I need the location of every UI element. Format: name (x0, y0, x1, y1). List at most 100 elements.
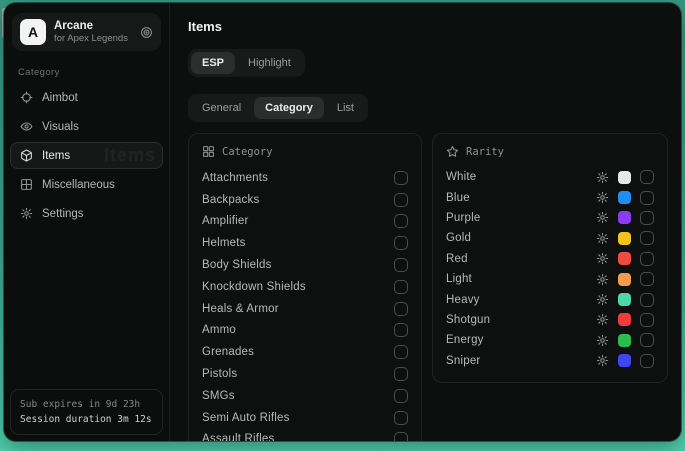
checkbox-white[interactable] (640, 170, 654, 184)
rarity-row-controls (596, 191, 654, 205)
rarity-row-shotgun[interactable]: Shotgun (446, 310, 654, 330)
sidebar-item-aimbot[interactable]: Aimbot (10, 84, 163, 111)
rarity-row-gold[interactable]: Gold (446, 228, 654, 248)
category-row-pistols[interactable]: Pistols (202, 363, 408, 385)
checkbox-backpacks[interactable] (394, 193, 408, 207)
category-row-assault-rifles[interactable]: Assault Rifles (202, 429, 408, 441)
category-row-label: Grenades (202, 346, 254, 358)
category-row-heals-armor[interactable]: Heals & Armor (202, 298, 408, 320)
checkbox-smgs[interactable] (394, 389, 408, 403)
sidebar-item-items[interactable]: ItemsItems (10, 142, 163, 169)
color-swatch-sniper[interactable] (618, 354, 631, 367)
rarity-row-sniper[interactable]: Sniper (446, 351, 654, 371)
category-row-body-shields[interactable]: Body Shields (202, 254, 408, 276)
category-row-label: Helmets (202, 237, 246, 249)
rarity-list: WhiteBluePurple Gold Red LightHeavyShotgunE… (446, 167, 654, 371)
rarity-row-energy[interactable]: Energy (446, 330, 654, 350)
category-row-helmets[interactable]: Helmets (202, 232, 408, 254)
color-settings-button[interactable] (596, 211, 609, 224)
session-duration-text: Session duration 3m 12s (20, 412, 153, 427)
color-swatch-gold[interactable] (618, 232, 631, 245)
tab-category-button[interactable]: Category (254, 97, 324, 119)
checkbox-purple[interactable] (640, 211, 654, 225)
color-swatch-white[interactable] (618, 171, 631, 184)
gear-icon (596, 171, 609, 184)
rarity-row-controls (596, 272, 654, 286)
checkbox-ammo[interactable] (394, 323, 408, 337)
color-settings-button[interactable] (596, 252, 609, 265)
app-header-card[interactable]: A Arcane for Apex Legends (12, 13, 161, 51)
tab-list-button[interactable]: List (326, 97, 365, 119)
checkbox-body-shields[interactable] (394, 258, 408, 272)
rarity-row-label: Gold (446, 232, 596, 244)
category-row-smgs[interactable]: SMGs (202, 385, 408, 407)
sidebar-section-label: Category (18, 67, 169, 78)
rarity-row-light[interactable]: Light (446, 269, 654, 289)
checkbox-helmets[interactable] (394, 236, 408, 250)
gear-icon (20, 207, 33, 220)
checkbox-red[interactable] (640, 252, 654, 266)
gear-icon (596, 252, 609, 265)
category-row-grenades[interactable]: Grenades (202, 341, 408, 363)
color-settings-button[interactable] (596, 334, 609, 347)
color-swatch-heavy[interactable] (618, 293, 631, 306)
color-settings-button[interactable] (596, 171, 609, 184)
rarity-row-controls (596, 252, 654, 266)
category-row-amplifier[interactable]: Amplifier (202, 211, 408, 233)
category-row-label: Semi Auto Rifles (202, 412, 290, 424)
category-list: AttachmentsBackpacksAmplifier Helmets Body… (202, 167, 408, 441)
target-icon[interactable] (140, 26, 153, 39)
checkbox-pistols[interactable] (394, 367, 408, 381)
mode-esp-button[interactable]: ESP (191, 52, 235, 74)
rarity-row-label: Red (446, 253, 596, 265)
color-settings-button[interactable] (596, 293, 609, 306)
color-swatch-red[interactable] (618, 252, 631, 265)
category-row-ammo[interactable]: Ammo (202, 320, 408, 342)
checkbox-semi-auto-rifles[interactable] (394, 411, 408, 425)
sidebar-item-label: Items (42, 150, 70, 162)
rarity-row-controls (596, 333, 654, 347)
color-swatch-shotgun[interactable] (618, 313, 631, 326)
category-row-semi-auto-rifles[interactable]: Semi Auto Rifles (202, 407, 408, 429)
category-row-backpacks[interactable]: Backpacks (202, 189, 408, 211)
sidebar-item-visuals[interactable]: Visuals (10, 113, 163, 140)
checkbox-gold[interactable] (640, 231, 654, 245)
checkbox-knockdown-shields[interactable] (394, 280, 408, 294)
color-settings-button[interactable] (596, 313, 609, 326)
category-row-label: SMGs (202, 390, 235, 402)
color-settings-button[interactable] (596, 273, 609, 286)
category-row-label: Knockdown Shields (202, 281, 306, 293)
checkbox-grenades[interactable] (394, 345, 408, 359)
checkbox-heavy[interactable] (640, 293, 654, 307)
color-settings-button[interactable] (596, 191, 609, 204)
color-swatch-purple[interactable] (618, 211, 631, 224)
sidebar-item-settings[interactable]: Settings (10, 200, 163, 227)
rarity-row-heavy[interactable]: Heavy (446, 289, 654, 309)
checkbox-assault-rifles[interactable] (394, 432, 408, 441)
eye-icon (20, 120, 33, 133)
rarity-row-blue[interactable]: Blue (446, 187, 654, 207)
rarity-panel-title: Rarity (466, 146, 504, 158)
category-row-attachments[interactable]: Attachments (202, 167, 408, 189)
rarity-row-purple[interactable]: Purple (446, 208, 654, 228)
mode-highlight-button[interactable]: Highlight (237, 52, 302, 74)
checkbox-sniper[interactable] (640, 354, 654, 368)
tab-general-button[interactable]: General (191, 97, 252, 119)
checkbox-light[interactable] (640, 272, 654, 286)
color-settings-button[interactable] (596, 232, 609, 245)
checkbox-energy[interactable] (640, 333, 654, 347)
sidebar-item-miscellaneous[interactable]: Miscellaneous (10, 171, 163, 198)
checkbox-attachments[interactable] (394, 171, 408, 185)
rarity-row-white[interactable]: White (446, 167, 654, 187)
category-row-knockdown-shields[interactable]: Knockdown Shields (202, 276, 408, 298)
checkbox-blue[interactable] (640, 191, 654, 205)
checkbox-heals-armor[interactable] (394, 302, 408, 316)
color-swatch-light[interactable] (618, 273, 631, 286)
checkbox-amplifier[interactable] (394, 214, 408, 228)
rarity-row-red[interactable]: Red (446, 249, 654, 269)
checkbox-shotgun[interactable] (640, 313, 654, 327)
arcane-window: A Arcane for Apex Legends Category Aimbo… (4, 3, 681, 441)
color-swatch-energy[interactable] (618, 334, 631, 347)
color-swatch-blue[interactable] (618, 191, 631, 204)
color-settings-button[interactable] (596, 354, 609, 367)
